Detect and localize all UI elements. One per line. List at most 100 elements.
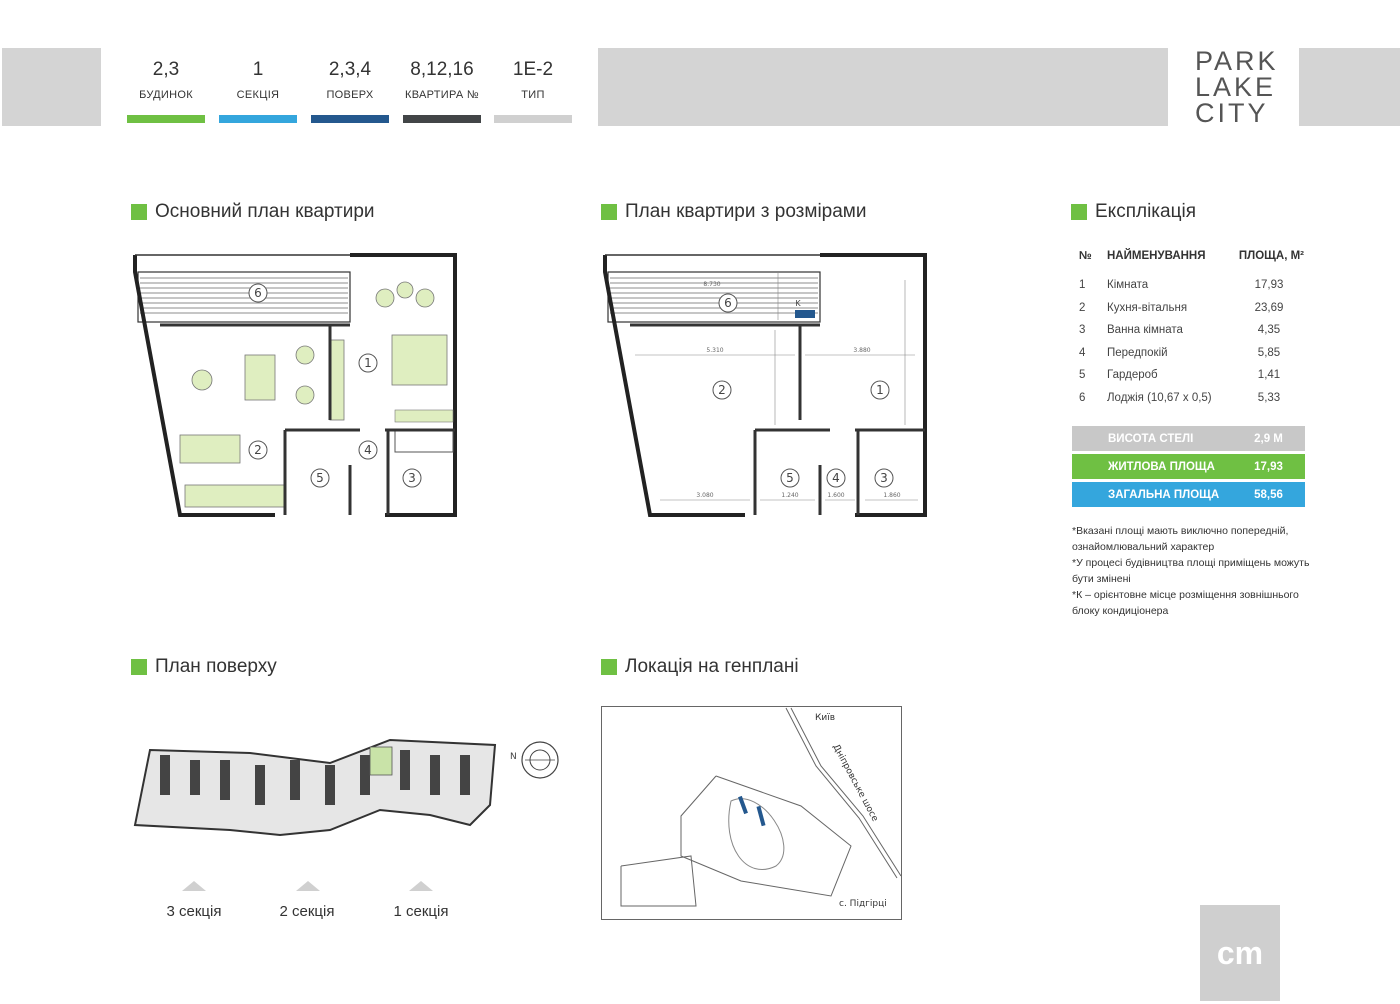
header-num: № <box>1079 250 1092 262</box>
header-name: НАЙМЕНУВАННЯ <box>1107 250 1206 262</box>
row-name: Гардероб <box>1107 369 1158 382</box>
summary-value: 2,9 М <box>1254 432 1283 445</box>
spec-type: 1E-2 ТИП <box>494 58 572 123</box>
explication-table: № НАЙМЕНУВАННЯ ПЛОЩА, М² 1 Кімната 17,93… <box>1072 250 1306 409</box>
spec-value: 1 <box>252 59 264 80</box>
spec-bar <box>494 115 572 123</box>
summary-value: 58,56 <box>1254 488 1283 501</box>
explication-title: Експлікація <box>1071 201 1196 223</box>
room-label-4: 4 <box>364 443 372 457</box>
spec-label: СЕКЦІЯ <box>236 89 280 101</box>
row-area: 5,85 <box>1257 346 1281 359</box>
row-name: Передпокій <box>1107 346 1168 359</box>
room-label-2: 2 <box>254 443 262 457</box>
footnote: *К – орієнтовне місце розміщення зовнішн… <box>1072 589 1299 617</box>
row-name: Ванна кімната <box>1107 324 1183 337</box>
row-name: Кімната <box>1107 279 1149 292</box>
row-num: 1 <box>1079 279 1086 292</box>
header-left-block <box>2 48 101 126</box>
spec-label: ПОВЕРХ <box>326 89 374 101</box>
spec-value: 2,3 <box>152 59 180 80</box>
row-area: 17,93 <box>1254 279 1284 292</box>
header-right-block <box>1299 48 1400 126</box>
dim-label: 8.730 <box>703 281 720 288</box>
ceiling-height-bar: ВИСОТА СТЕЛІ 2,9 М <box>1072 426 1305 451</box>
spec-bar <box>311 115 389 123</box>
row-area: 4,35 <box>1257 324 1281 337</box>
logo-line-2: LAKE <box>1195 72 1277 102</box>
location-title: Локація на генплані <box>601 656 799 678</box>
row-name: Лоджія (10,67 х 0,5) <box>1107 391 1212 404</box>
dim-label: 1.860 <box>883 492 900 499</box>
title-marker <box>601 204 617 220</box>
spec-label: ТИП <box>521 89 545 101</box>
title-marker <box>601 659 617 675</box>
ac-marker: K <box>795 299 801 308</box>
row-area: 5,33 <box>1257 391 1281 404</box>
header-middle-block <box>598 48 1168 126</box>
logo-line-1: PARK <box>1195 46 1279 76</box>
room-label-1: 1 <box>364 356 372 370</box>
table-row: 6 Лоджія (10,67 х 0,5) 5,33 <box>1072 387 1306 410</box>
summary-label: ВИСОТА СТЕЛІ <box>1108 432 1194 445</box>
room-label-6: 6 <box>724 296 732 310</box>
summary-value: 17,93 <box>1254 460 1283 473</box>
table-row: 4 Передпокій 5,85 <box>1072 342 1306 365</box>
map-label-kyiv: Київ <box>815 713 835 723</box>
dim-plan-title-text: План квартири з розмірами <box>625 201 867 222</box>
floor-plan-title: План поверху <box>131 656 277 678</box>
header-area: ПЛОЩА, М² <box>1238 250 1304 262</box>
living-area-bar: ЖИТЛОВА ПЛОЩА 17,93 <box>1072 454 1305 479</box>
row-num: 2 <box>1079 301 1086 314</box>
spec-section: 1 СЕКЦІЯ <box>219 58 297 123</box>
room-label-2: 2 <box>718 383 726 397</box>
cm-logo-text: cm <box>1216 934 1264 971</box>
room-label-5: 5 <box>786 471 794 485</box>
spec-value: 1E-2 <box>512 59 554 80</box>
location-title-text: Локація на генплані <box>625 656 799 677</box>
floor-plan-drawing: N <box>133 738 559 837</box>
section-3-marker <box>182 881 206 891</box>
dim-label: 3.080 <box>696 492 713 499</box>
spec-building: 2,3 БУДИНОК <box>127 58 205 123</box>
title-marker <box>1071 204 1087 220</box>
compass-label: N <box>510 752 517 762</box>
dim-label: 5.310 <box>706 347 723 354</box>
spec-bar <box>127 115 205 123</box>
spec-floor: 2,3,4 ПОВЕРХ <box>311 58 389 123</box>
dim-label: 1.600 <box>827 492 844 499</box>
room-label-6: 6 <box>254 286 262 300</box>
spec-bar <box>403 115 481 123</box>
section-3-label: 3 секція <box>166 903 222 920</box>
table-row: 3 Ванна кімната 4,35 <box>1072 319 1306 342</box>
spec-bar <box>219 115 297 123</box>
row-num: 3 <box>1079 324 1086 337</box>
dim-label: 3.880 <box>853 347 870 354</box>
park-lake-city-logo: PARK LAKE CITY <box>1195 46 1279 127</box>
section-2-marker <box>296 881 320 891</box>
room-label-5: 5 <box>316 471 324 485</box>
spec-value: 2,3,4 <box>328 59 372 80</box>
total-area-bar: ЗАГАЛЬНА ПЛОЩА 58,56 <box>1072 482 1305 507</box>
row-num: 4 <box>1079 346 1086 359</box>
footnote: *У процесі будівництва площі приміщень м… <box>1072 557 1310 585</box>
location-map: Київ Дніпровське шосе с. Підгірці <box>601 706 902 920</box>
row-name: Кухня-вітальня <box>1107 301 1188 314</box>
section-2-label: 2 секція <box>279 903 335 920</box>
explication-title-text: Експлікація <box>1095 201 1196 222</box>
cm-logo: cm <box>1200 905 1280 1001</box>
spec-apartment: 8,12,16 КВАРТИРА № <box>403 58 481 123</box>
table-row: 2 Кухня-вітальня 23,69 <box>1072 297 1306 320</box>
floor-plan-title-text: План поверху <box>155 656 277 677</box>
footnotes: *Вказані площі мають виключно попередній… <box>1072 523 1312 619</box>
spec-label: БУДИНОК <box>139 89 193 101</box>
spec-label: КВАРТИРА № <box>405 89 479 101</box>
footnote: *Вказані площі мають виключно попередній… <box>1072 525 1289 553</box>
main-plan-title-text: Основний план квартири <box>155 201 375 222</box>
room-label-4: 4 <box>832 471 840 485</box>
room-label-1: 1 <box>876 383 884 397</box>
summary-label: ЖИТЛОВА ПЛОЩА <box>1108 460 1215 473</box>
row-num: 5 <box>1079 369 1086 382</box>
room-label-3: 3 <box>408 471 416 485</box>
main-apartment-plan: 6 1 2 4 3 5 <box>133 253 457 517</box>
